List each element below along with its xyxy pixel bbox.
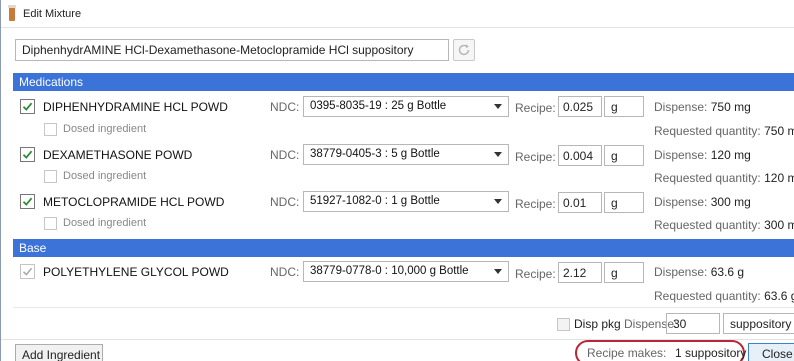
medication-2-ndc-select[interactable]: 38779-0405-3 : 5 g Bottle <box>303 144 509 165</box>
recipe-label: Recipe: <box>515 197 556 211</box>
refresh-icon <box>458 44 470 56</box>
base-1-name: POLYETHYLENE GLYCOL POWD <box>43 265 229 279</box>
requested-quantity-value: 120 mg <box>764 171 794 185</box>
recipe-makes-label: Recipe makes: <box>587 346 667 360</box>
medication-1-recipe-input[interactable]: 0.025 <box>558 96 602 117</box>
requested-quantity-label: Requested quantity: <box>654 124 761 138</box>
requested-quantity-label: Requested quantity: <box>654 289 761 303</box>
base-1-checkbox[interactable] <box>20 264 35 279</box>
medication-2-dispense: Dispense: 120 mg <box>654 148 751 162</box>
dispense-label: Dispense: <box>654 265 708 279</box>
medication-1-dosed-checkbox[interactable] <box>44 123 57 136</box>
medication-2-dosed-checkbox[interactable] <box>44 170 57 183</box>
ndc-label: NDC: <box>270 195 300 209</box>
checkmark-icon <box>22 197 33 206</box>
dispense-quantity-input[interactable]: 30 <box>666 313 720 334</box>
medication-1-dispense: Dispense: 750 mg <box>654 100 751 114</box>
dispense-unit-input[interactable]: suppository <box>723 313 794 334</box>
recipe-label: Recipe: <box>515 101 556 115</box>
close-button[interactable]: Close <box>748 343 794 361</box>
dispense-label: Dispense: <box>654 100 708 114</box>
checkmark-icon <box>22 267 33 276</box>
divider <box>13 307 794 308</box>
medication-3-checkbox[interactable] <box>20 194 35 209</box>
requested-quantity-value: 63.6 g <box>764 289 794 303</box>
medication-3-dispense: Dispense: 300 mg <box>654 195 751 209</box>
edit-mixture-window: Edit Mixture DiphenhydrAMINE HCl-Dexamet… <box>0 0 794 361</box>
disp-pkg-checkbox[interactable] <box>557 318 570 331</box>
dropdown-arrow-icon <box>494 199 502 204</box>
mixture-name-field[interactable]: DiphenhydrAMINE HCl-Dexamethasone-Metocl… <box>15 39 449 61</box>
disp-pkg-label: Disp pkg <box>574 317 621 331</box>
dispense-value: 750 mg <box>710 100 751 114</box>
medication-1-name: DIPHENHYDRAMINE HCL POWD <box>43 100 228 114</box>
recipe-makes-value: 1 suppository <box>675 346 747 360</box>
medication-2-requested: Requested quantity: 120 mg <box>654 171 794 185</box>
medication-3-ndc-select[interactable]: 51927-1082-0 : 1 g Bottle <box>303 191 509 212</box>
dosed-ingredient-label: Dosed ingredient <box>63 123 147 135</box>
checkmark-icon <box>22 150 33 159</box>
dispense-label: Dispense: <box>654 195 708 209</box>
medication-2-checkbox[interactable] <box>20 147 35 162</box>
section-header-base: Base <box>13 239 794 257</box>
refresh-button[interactable] <box>453 39 475 61</box>
dropdown-arrow-icon <box>494 104 502 109</box>
medication-1-ndc-select[interactable]: 0395-8035-19 : 25 g Bottle <box>303 96 509 117</box>
medication-1-checkbox[interactable] <box>20 99 35 114</box>
ndc-label: NDC: <box>270 100 300 114</box>
recipe-label: Recipe: <box>515 267 556 281</box>
requested-quantity-value: 300 mg <box>764 218 794 232</box>
medication-3-requested: Requested quantity: 300 mg <box>654 218 794 232</box>
requested-quantity-value: 750 mg <box>764 124 794 138</box>
dosed-ingredient-label: Dosed ingredient <box>63 170 147 182</box>
base-1-unit-input[interactable]: g <box>604 262 644 283</box>
medication-1-unit-input[interactable]: g <box>604 96 644 117</box>
base-1-requested: Requested quantity: 63.6 g <box>654 289 794 303</box>
ndc-value: 38779-0778-0 : 10,000 g Bottle <box>310 265 469 277</box>
medication-2-unit-input[interactable]: g <box>604 145 644 166</box>
dispense-label: Dispense: <box>654 148 708 162</box>
requested-quantity-label: Requested quantity: <box>654 171 761 185</box>
medication-3-name: METOCLOPRAMIDE HCL POWD <box>43 195 225 209</box>
medication-2-name: DEXAMETHASONE POWD <box>43 148 193 162</box>
section-header-medications: Medications <box>13 73 794 91</box>
dispense-value: 120 mg <box>710 148 751 162</box>
base-1-ndc-select[interactable]: 38779-0778-0 : 10,000 g Bottle <box>303 261 509 282</box>
medication-3-dosed-checkbox[interactable] <box>44 217 57 230</box>
ndc-label: NDC: <box>270 265 300 279</box>
ndc-value: 0395-8035-19 : 25 g Bottle <box>310 100 447 112</box>
title-bar: Edit Mixture <box>1 0 794 28</box>
dispense-value: 300 mg <box>710 195 751 209</box>
base-1-recipe-input[interactable]: 2.12 <box>558 262 602 283</box>
add-ingredient-button[interactable]: Add Ingredient <box>15 344 103 361</box>
dosed-ingredient-label: Dosed ingredient <box>63 217 147 229</box>
medication-3-unit-input[interactable]: g <box>604 192 644 213</box>
dropdown-arrow-icon <box>494 269 502 274</box>
mixture-bottle-icon <box>8 5 16 21</box>
recipe-label: Recipe: <box>515 150 556 164</box>
base-1-dispense: Dispense: 63.6 g <box>654 265 744 279</box>
dropdown-arrow-icon <box>494 152 502 157</box>
ndc-value: 51927-1082-0 : 1 g Bottle <box>310 195 440 207</box>
ndc-value: 38779-0405-3 : 5 g Bottle <box>310 148 440 160</box>
requested-quantity-label: Requested quantity: <box>654 218 761 232</box>
ndc-label: NDC: <box>270 148 300 162</box>
medication-1-requested: Requested quantity: 750 mg <box>654 124 794 138</box>
window-title: Edit Mixture <box>23 8 82 20</box>
dispense-value: 63.6 g <box>710 265 745 279</box>
checkmark-icon <box>22 102 33 111</box>
medication-3-recipe-input[interactable]: 0.01 <box>558 192 602 213</box>
medication-2-recipe-input[interactable]: 0.004 <box>558 145 602 166</box>
